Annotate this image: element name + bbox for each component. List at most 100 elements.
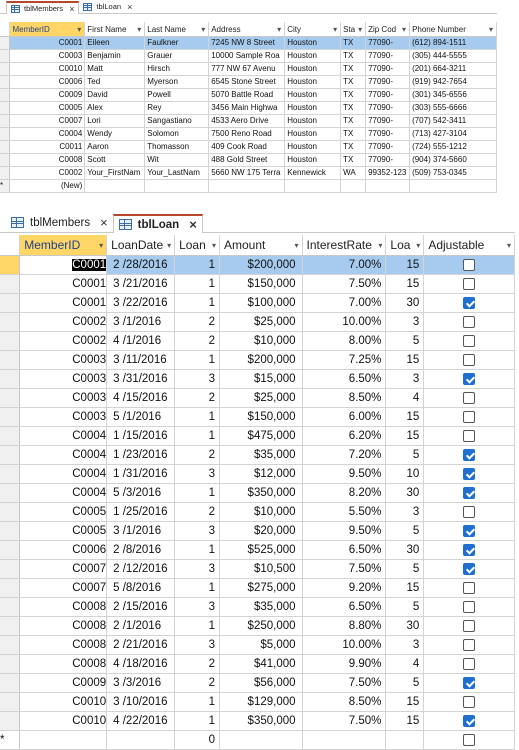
cell-loandate[interactable]: 1 /31/2016 xyxy=(106,464,176,484)
cell-memberid[interactable]: C0007 xyxy=(19,578,108,598)
cell-loa[interactable]: 5 xyxy=(385,673,425,693)
cell-phone-number[interactable]: (724) 555-1212 xyxy=(409,140,497,154)
chevron-down-icon[interactable]: ▾ xyxy=(99,241,106,250)
table-row[interactable]: C0004 Wendy Solomon 7500 Reno Road Houston TX… xyxy=(0,127,497,141)
checkbox-unchecked[interactable] xyxy=(463,657,476,670)
row-selector[interactable] xyxy=(0,711,21,731)
table-row[interactable]: C0002 3 /1/2016 2 $25,000 10.00% 3 xyxy=(0,312,515,332)
cell-sta[interactable]: TX xyxy=(340,140,367,154)
cell-amount[interactable]: $475,000 xyxy=(219,426,303,446)
cell-address[interactable]: 5070 Battle Road xyxy=(208,88,286,102)
table-row[interactable]: C0003 3 /31/2016 3 $15,000 6.50% 3 xyxy=(0,369,515,389)
cell-zip-cod[interactable]: 77090- xyxy=(365,75,411,89)
cell-first-name[interactable]: Wendy xyxy=(84,127,146,141)
cell-interestrate[interactable]: 7.20% xyxy=(302,445,387,465)
cell-address[interactable]: 7500 Reno Road xyxy=(208,127,286,141)
row-selector[interactable] xyxy=(0,331,21,351)
cell-phone-number[interactable]: (305) 444-5555 xyxy=(409,49,497,63)
cell-address[interactable]: 10000 Sample Roa xyxy=(208,49,286,63)
cell-interestrate[interactable]: 8.80% xyxy=(302,616,387,636)
cell-address[interactable]: 6545 Stone Street xyxy=(208,75,286,89)
cell-memberid[interactable]: C0002 xyxy=(19,312,108,332)
table-row[interactable]: C0003 5 /1/2016 1 $150,000 6.00% 15 xyxy=(0,407,515,427)
cell-loandate[interactable]: 3 /31/2016 xyxy=(106,369,176,389)
row-selector[interactable] xyxy=(0,114,11,128)
cell-zip-cod[interactable]: 77090- xyxy=(365,140,411,154)
row-selector[interactable] xyxy=(0,654,21,674)
row-selector[interactable] xyxy=(0,140,11,154)
cell-sta[interactable]: TX xyxy=(340,36,367,50)
row-selector[interactable] xyxy=(0,426,21,446)
row-selector[interactable] xyxy=(0,673,21,693)
table-row[interactable]: C0008 Scott Wit 488 Gold Street Houston TX 770… xyxy=(0,153,497,167)
cell-address[interactable]: 4533 Aero Drive xyxy=(208,114,286,128)
row-selector[interactable] xyxy=(0,49,11,63)
table-row[interactable]: C0006 Ted Myerson 6545 Stone Street Houston T… xyxy=(0,75,497,89)
cell-empty[interactable] xyxy=(84,179,146,193)
column-header-zip-cod[interactable]: Zip Cod ▾ xyxy=(365,22,411,37)
cell-last-name[interactable]: Rey xyxy=(144,101,210,115)
cell-city[interactable]: Houston xyxy=(284,88,342,102)
cell-phone-number[interactable]: (904) 374-5660 xyxy=(409,153,497,167)
cell-memberid[interactable]: C0010 xyxy=(19,692,108,712)
cell-amount[interactable]: $275,000 xyxy=(219,578,303,598)
cell-loan[interactable]: 1 xyxy=(174,616,220,636)
row-selector[interactable] xyxy=(0,153,11,167)
cell-memberid[interactable]: (New) xyxy=(9,179,86,193)
column-header-memberid[interactable]: MemberID ▾ xyxy=(9,22,86,37)
cell-amount[interactable]: $100,000 xyxy=(219,293,303,313)
cell-amount[interactable]: $15,000 xyxy=(219,369,303,389)
cell-phone-number[interactable]: (509) 753-0345 xyxy=(409,166,497,180)
cell-loa[interactable]: 30 xyxy=(385,616,425,636)
table-row[interactable]: C0007 2 /12/2016 3 $10,500 7.50% 5 xyxy=(0,559,515,579)
cell-memberid[interactable]: C0003 xyxy=(19,407,108,427)
cell-first-name[interactable]: Your_FirstNam xyxy=(84,166,146,180)
column-header-first-name[interactable]: First Name ▾ xyxy=(84,22,146,37)
cell-interestrate[interactable]: 6.50% xyxy=(302,597,387,617)
cell-adjustable[interactable] xyxy=(423,331,515,351)
table-row[interactable]: C0002 Your_FirstNam Your_LastNam 5660 NW 17… xyxy=(0,166,497,180)
cell-loa[interactable]: 15 xyxy=(385,711,425,731)
cell-loandate[interactable]: 3 /21/2016 xyxy=(106,274,176,294)
checkbox-unchecked[interactable] xyxy=(463,505,476,518)
cell-interestrate[interactable]: 7.50% xyxy=(302,559,387,579)
cell-city[interactable]: Houston xyxy=(284,75,342,89)
table-row[interactable]: C0005 1 /25/2016 2 $10,000 5.50% 3 xyxy=(0,502,515,522)
cell-amount[interactable]: $35,000 xyxy=(219,445,303,465)
column-header-amount[interactable]: Amount ▾ xyxy=(219,235,303,256)
cell-adjustable[interactable] xyxy=(423,654,515,674)
cell-last-name[interactable]: Grauer xyxy=(144,49,210,63)
cell-zip-cod[interactable]: 77090- xyxy=(365,49,411,63)
cell-loan[interactable]: 1 xyxy=(174,255,220,275)
cell-loandate[interactable]: 4 /15/2016 xyxy=(106,388,176,408)
new-record-row[interactable]: * 0 xyxy=(0,730,515,750)
cell-loan[interactable]: 2 xyxy=(174,312,220,332)
cell-city[interactable]: Houston xyxy=(284,36,342,50)
cell-loa[interactable]: 30 xyxy=(385,540,425,560)
cell-loan[interactable]: 3 xyxy=(174,521,220,541)
cell-loan[interactable]: 2 xyxy=(174,654,220,674)
cell-adjustable[interactable] xyxy=(423,483,515,503)
checkbox-checked[interactable] xyxy=(463,486,476,499)
cell-adjustable[interactable] xyxy=(423,673,515,693)
table-row[interactable]: C0007 Lori Sangastiano 4533 Aero Drive Houst… xyxy=(0,114,497,128)
cell-loandate[interactable]: 3 /3/2016 xyxy=(106,673,176,693)
column-header-memberid[interactable]: MemberID ▾ xyxy=(19,235,108,256)
cell-loandate[interactable]: 2 /1/2016 xyxy=(106,616,176,636)
cell-sta[interactable]: TX xyxy=(340,101,367,115)
column-header-adjustable[interactable]: Adjustable ▾ xyxy=(423,235,515,256)
cell-last-name[interactable]: Faulkner xyxy=(144,36,210,50)
cell-zip-cod[interactable]: 99352-123 xyxy=(365,166,411,180)
row-selector[interactable] xyxy=(0,445,21,465)
cell-sta[interactable]: TX xyxy=(340,153,367,167)
cell-address[interactable]: 7245 NW 8 Street xyxy=(208,36,286,50)
close-icon[interactable]: × xyxy=(189,217,197,232)
cell-adjustable[interactable] xyxy=(423,350,515,370)
row-selector[interactable] xyxy=(0,350,21,370)
cell-loa[interactable]: 5 xyxy=(385,521,425,541)
table-row[interactable]: C0008 4 /18/2016 2 $41,000 9.90% 4 xyxy=(0,654,515,674)
checkbox-unchecked[interactable] xyxy=(463,315,476,328)
cell-loan[interactable]: 3 xyxy=(174,597,220,617)
cell-sta[interactable]: TX xyxy=(340,49,367,63)
checkbox-unchecked[interactable] xyxy=(463,733,476,746)
